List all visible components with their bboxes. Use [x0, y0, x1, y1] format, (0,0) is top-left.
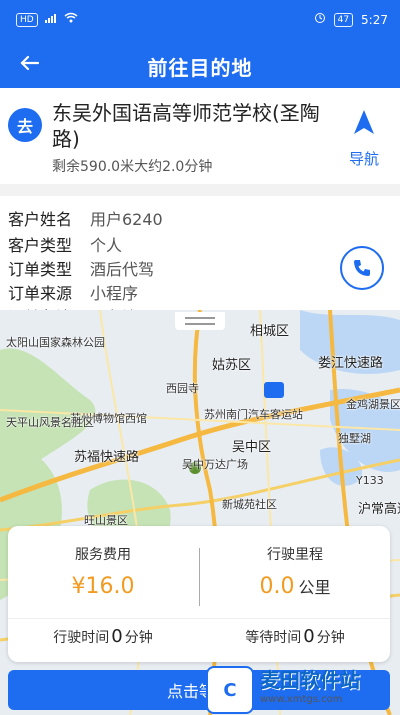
drive-distance-title: 行驶里程: [267, 547, 323, 563]
signal-icon: [44, 12, 58, 27]
page-title: 前往目的地: [147, 56, 253, 80]
drive-distance-value-row: 0.0 公里: [200, 574, 390, 599]
drag-handle-bar: [185, 317, 215, 319]
order-key: 订单类型: [8, 260, 73, 279]
wait-time-label: 等待时间: [245, 630, 302, 646]
wait-time-value: 0: [303, 626, 315, 647]
map-label-xiangcheng: 相城区: [250, 324, 290, 339]
order-row-type: 客户类型 个人: [8, 232, 122, 256]
watermark-sub: www.xmtgs.com: [260, 694, 343, 705]
phone-icon: [354, 260, 370, 276]
drag-handle[interactable]: [175, 312, 225, 330]
fee-card: 服务费用 ¥16.0 行驶里程 0.0 公里 行驶时间 0 分钟 等待时间 0 分钟: [8, 526, 390, 662]
order-key: 客户姓名: [8, 210, 73, 229]
service-fee: 服务费用 ¥16.0: [8, 544, 198, 599]
status-right: 47 5:27: [314, 12, 388, 27]
navigation-arrow-icon: [354, 110, 374, 134]
navigate-label: 导航: [348, 150, 379, 168]
drive-distance: 行驶里程 0.0 公里: [200, 544, 390, 599]
service-fee-title: 服务费用: [75, 547, 131, 563]
drive-time-value: 0: [111, 626, 123, 647]
battery-icon: 47: [333, 12, 354, 27]
map-label-y133: Y133: [356, 474, 384, 487]
map-label-wanda: 吴中万达广场: [182, 458, 248, 471]
order-row-source: 订单来源 小程序: [8, 280, 138, 304]
map-label-south-station: 苏州南门汽车客运站: [204, 408, 303, 421]
map-label-loujiang: 娄江快速路: [318, 356, 384, 371]
map-label-xiyuan: 西园寺: [166, 382, 199, 395]
page-header: 前往目的地: [0, 38, 400, 88]
map-label-huchang: 沪常高速: [358, 502, 400, 517]
wait-time: 等待时间 0 分钟: [200, 626, 390, 647]
watermark-logo-icon: C: [206, 666, 254, 714]
drive-time-unit: 分钟: [124, 630, 153, 646]
map-label-jinji: 金鸡湖景区: [346, 398, 400, 411]
status-left: HD: [16, 12, 78, 27]
order-value: 小程序: [90, 284, 139, 303]
drag-handle-bar: [185, 323, 215, 325]
destination-badge: 去: [8, 108, 42, 142]
watermark-main: 麦田软件站: [260, 668, 360, 692]
watermark: C 麦田软件站 www.xmtgs.com: [206, 666, 396, 714]
destination-card: 去 东吴外国语高等师范学校(圣陶路) 剩余590.0米大约2.0分钟 导航: [0, 88, 400, 184]
hd-badge: HD: [16, 12, 38, 27]
watermark-text: 麦田软件站 www.xmtgs.com: [260, 670, 360, 710]
map-label-tianping: 天平山风景名胜区: [6, 416, 94, 429]
status-bar: HD 47 5:27: [0, 0, 400, 38]
order-value: 用户6240: [90, 210, 163, 229]
map-label-gusu: 姑苏区: [212, 358, 252, 373]
fee-separator: [8, 618, 390, 619]
time: 5:27: [361, 12, 388, 27]
map-label-dushu: 独墅湖: [338, 432, 371, 445]
navigate-button[interactable]: 导航: [344, 106, 384, 168]
drive-time-label: 行驶时间: [53, 630, 110, 646]
wifi-icon: [64, 12, 78, 27]
call-button[interactable]: [340, 246, 384, 290]
map-label-sufu: 苏福快速路: [74, 450, 140, 465]
map-label-taiyangshan: 太阳山国家森林公园: [6, 336, 105, 349]
order-info: 客户姓名 用户6240 客户类型 个人 订单类型 酒后代驾 订单来源 小程序 订…: [0, 196, 400, 316]
wait-time-unit: 分钟: [316, 630, 345, 646]
order-row-ordertype: 订单类型 酒后代驾: [8, 256, 154, 280]
remaining-distance: 剩余590.0米大约2.0分钟: [52, 159, 213, 175]
drive-distance-value: 0.0: [259, 574, 295, 599]
destination-name: 东吴外国语高等师范学校(圣陶路): [52, 101, 320, 151]
order-value: 个人: [90, 236, 123, 255]
drive-distance-unit: 公里: [298, 578, 331, 597]
map-label-wuzhong: 吴中区: [232, 440, 272, 455]
alarm-icon: [314, 12, 326, 27]
drive-time: 行驶时间 0 分钟: [8, 626, 198, 647]
order-value: 酒后代驾: [90, 260, 155, 279]
order-key: 客户类型: [8, 236, 73, 255]
order-row-name: 客户姓名 用户6240: [8, 206, 163, 230]
order-key: 订单来源: [8, 284, 73, 303]
service-fee-value: ¥16.0: [71, 574, 135, 599]
map-label-xincheng: 新城苑社区: [222, 498, 277, 511]
